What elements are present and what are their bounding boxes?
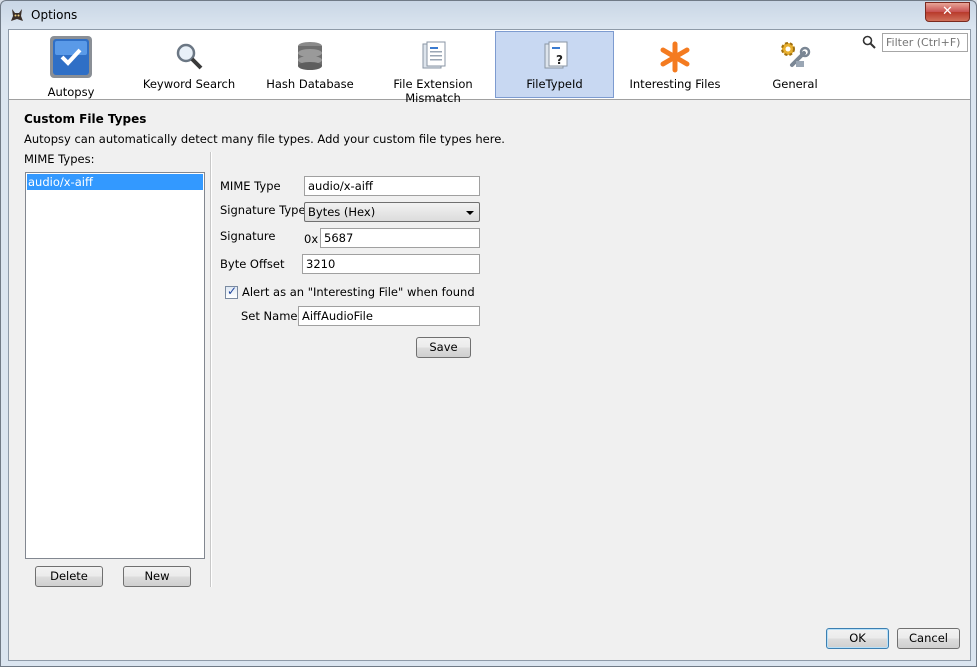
signature-field[interactable]: 5687	[320, 228, 480, 248]
alert-label: Alert as an "Interesting File" when foun…	[242, 285, 475, 299]
tab-autopsy[interactable]: Autopsy	[12, 31, 130, 99]
magnifier-icon	[176, 43, 203, 70]
section-heading: Custom File Types	[24, 112, 147, 126]
cancel-button[interactable]: Cancel	[897, 628, 960, 649]
tab-hash-database[interactable]: Hash Database	[251, 31, 369, 98]
tab-keyword-search[interactable]: Keyword Search	[130, 31, 248, 98]
list-item[interactable]: audio/x-aiff	[27, 174, 203, 190]
gears-icon	[781, 42, 811, 67]
autopsy-checkbox-icon	[50, 36, 92, 78]
close-button[interactable]: ✕	[925, 2, 970, 22]
byte-offset-field[interactable]: 3210	[302, 254, 480, 274]
set-name-label: Set Name	[241, 309, 298, 323]
dialog-content: Autopsy Keyword Search Hash Database Fil…	[8, 29, 971, 661]
signature-label: Signature	[220, 229, 276, 243]
tab-label: Autopsy	[47, 85, 95, 99]
section-description: Autopsy can automatically detect many fi…	[24, 132, 505, 146]
mime-type-label: MIME Type	[220, 179, 281, 193]
ok-button[interactable]: OK	[826, 628, 889, 649]
tab-general[interactable]: General	[736, 31, 854, 98]
save-button[interactable]: Save	[416, 337, 471, 358]
tab-label: File Extension Mismatch	[393, 77, 473, 105]
category-toolbar: Autopsy Keyword Search Hash Database Fil…	[9, 30, 970, 105]
set-name-field[interactable]: AiffAudioFile	[298, 306, 480, 326]
title-bar: Options ✕	[1, 1, 976, 29]
byte-offset-label: Byte Offset	[220, 257, 285, 271]
signature-prefix: 0x	[304, 232, 319, 246]
delete-button[interactable]: Delete	[35, 566, 103, 587]
filter-input[interactable]	[882, 33, 968, 52]
chevron-down-icon	[466, 211, 474, 215]
new-button[interactable]: New	[123, 566, 191, 587]
panel-divider	[210, 152, 212, 587]
tab-label: General	[772, 77, 818, 91]
signature-type-value: Bytes (Hex)	[308, 205, 376, 219]
options-window: Options ✕ Autopsy Keyword Search Hash Da…	[0, 0, 977, 667]
signature-type-label: Signature Type	[220, 203, 306, 217]
tab-label: Hash Database	[266, 77, 354, 91]
svg-text:?: ?	[556, 53, 563, 67]
tab-label: Interesting Files	[629, 77, 721, 91]
tab-filetypeid[interactable]: ? FileTypeId	[495, 31, 614, 98]
autopsy-dog-icon	[11, 9, 23, 21]
window-title: Options	[31, 8, 78, 22]
database-icon	[298, 42, 322, 70]
signature-type-select[interactable]: Bytes (Hex)	[304, 202, 480, 222]
search-icon	[862, 35, 876, 49]
tab-label: FileTypeId	[526, 77, 583, 91]
tab-file-extension-mismatch[interactable]: File Extension Mismatch	[372, 31, 494, 105]
mime-types-list[interactable]: audio/x-aiff	[25, 172, 205, 559]
asterisk-icon	[660, 41, 690, 73]
alert-checkbox[interactable]: ✓	[225, 284, 238, 299]
document-icon	[422, 41, 446, 69]
document-question-icon: ?	[544, 41, 567, 69]
checkmark-icon: ✓	[227, 284, 238, 298]
mime-type-field[interactable]: audio/x-aiff	[304, 176, 480, 196]
tab-label: Keyword Search	[142, 77, 236, 91]
mime-types-label: MIME Types:	[24, 152, 95, 166]
tab-interesting-files[interactable]: Interesting Files	[616, 31, 734, 98]
close-icon: ✕	[942, 4, 953, 19]
